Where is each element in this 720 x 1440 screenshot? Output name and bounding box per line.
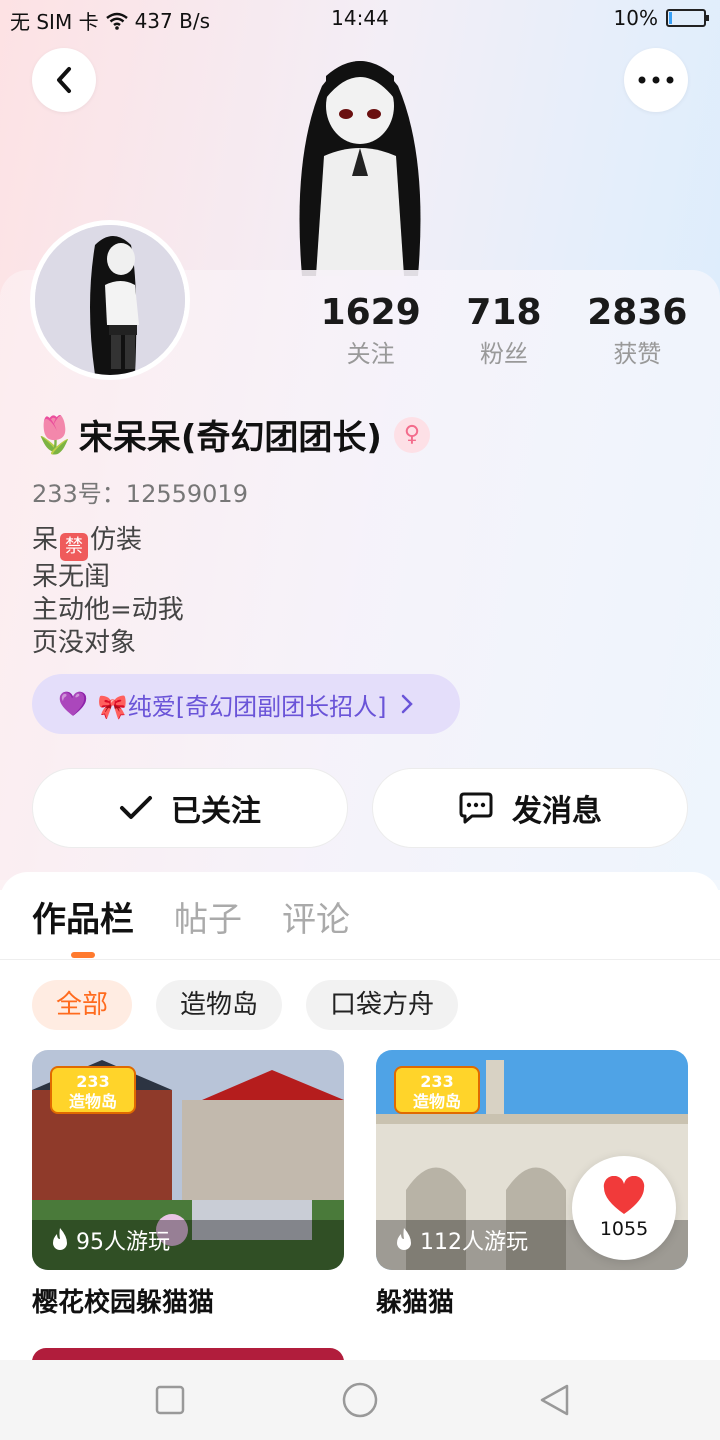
bio-line: 主动他=动我 xyxy=(32,595,184,625)
followed-button[interactable]: 已关注 xyxy=(32,768,348,848)
stat-label: 粉丝 xyxy=(479,340,528,368)
play-count-text: 112人游玩 xyxy=(420,1230,528,1255)
user-id: 233号：12559019 xyxy=(32,480,248,508)
purple-heart-icon: 💜 xyxy=(58,690,88,718)
bio-line: 呆无闺 xyxy=(32,562,111,592)
message-label: 发消息 xyxy=(512,794,602,829)
play-count: 112人游玩 xyxy=(394,1224,528,1256)
more-options-button[interactable] xyxy=(624,48,688,112)
tab-posts[interactable]: 帖子 xyxy=(174,892,242,941)
home-button[interactable] xyxy=(340,1380,380,1420)
like-button[interactable]: 1055 xyxy=(572,1156,676,1260)
divider xyxy=(0,959,720,960)
status-right: 10% xyxy=(613,6,709,30)
back-nav-button[interactable] xyxy=(534,1380,574,1420)
check-icon xyxy=(120,796,152,819)
bio-line: 呆禁仿装 xyxy=(32,524,184,561)
stat-fans[interactable]: 718 粉丝 xyxy=(437,290,570,372)
game-card[interactable]: 233 造物岛 95人游玩 樱花校园躲猫猫 xyxy=(32,1050,344,1319)
message-button[interactable]: 发消息 xyxy=(372,768,688,848)
bio: 呆禁仿装 呆无闺 主动他=动我 页没对象 xyxy=(32,524,184,660)
status-time: 14:44 xyxy=(331,6,389,30)
flame-icon xyxy=(397,1228,411,1250)
stat-following[interactable]: 1629 关注 xyxy=(304,290,437,372)
back-button[interactable] xyxy=(32,48,96,112)
bio-text: 呆 xyxy=(32,525,59,555)
chip-creation-island[interactable]: 造物岛 xyxy=(156,980,283,1030)
play-count-text: 95人游玩 xyxy=(76,1230,170,1255)
battery-icon xyxy=(666,9,709,27)
more-dots-icon xyxy=(638,76,674,84)
chevron-left-icon xyxy=(57,67,71,93)
followed-label: 已关注 xyxy=(171,794,261,829)
game-thumbnail: 233 造物岛 95人游玩 xyxy=(32,1050,344,1270)
stat-value: 718 xyxy=(466,292,542,333)
chip-pocket-ark[interactable]: 口袋方舟 xyxy=(306,980,459,1030)
square-icon xyxy=(155,1385,185,1415)
tab-works[interactable]: 作品栏 xyxy=(32,892,134,941)
group-link[interactable]: 💜 🎀纯爱[奇幻团副团长招人] xyxy=(32,674,460,734)
flame-icon xyxy=(53,1228,67,1250)
stat-value: 2836 xyxy=(587,292,688,333)
creation-island-logo: 233 造物岛 xyxy=(50,1066,136,1114)
stat-likes[interactable]: 2836 获赞 xyxy=(571,290,704,372)
triangle-back-icon xyxy=(540,1384,569,1416)
heart-icon xyxy=(603,1176,645,1214)
filter-chips: 全部 造物岛 口袋方舟 xyxy=(32,980,459,1030)
creation-island-logo: 233 造物岛 xyxy=(394,1066,480,1114)
battery-fill xyxy=(669,12,672,24)
tab-comments[interactable]: 评论 xyxy=(282,892,350,941)
chip-all[interactable]: 全部 xyxy=(32,980,133,1030)
forbid-badge: 禁 xyxy=(60,533,89,561)
avatar-image xyxy=(35,225,185,375)
group-label: 🎀纯爱[奇幻团副团长招人] xyxy=(97,692,387,721)
recent-apps-button[interactable] xyxy=(150,1380,190,1420)
play-count: 95人游玩 xyxy=(50,1224,170,1256)
stat-label: 关注 xyxy=(346,340,395,368)
circle-icon xyxy=(342,1382,378,1418)
bio-line: 页没对象 xyxy=(32,628,137,658)
stat-value: 1629 xyxy=(320,292,421,333)
like-count: 1055 xyxy=(599,1218,649,1240)
tab-bar: 作品栏 帖子 评论 xyxy=(32,892,350,941)
female-gender-icon: ♀ xyxy=(393,416,430,453)
name-row: 🌷 宋呆呆(奇幻团团长) ♀ xyxy=(32,410,430,459)
chat-bubble-icon xyxy=(459,792,493,824)
stat-label: 获赞 xyxy=(613,340,662,368)
avatar[interactable] xyxy=(30,220,190,380)
status-bar: 无 SIM 卡 437 B/s 14:44 10% xyxy=(0,0,720,36)
profile-name: 宋呆呆(奇幻团团长) xyxy=(78,418,382,458)
tulip-emoji: 🌷 xyxy=(32,414,77,456)
game-title: 躲猫猫 xyxy=(376,1288,455,1318)
chevron-right-icon xyxy=(401,694,413,714)
game-title: 樱花校园躲猫猫 xyxy=(32,1288,215,1318)
stats-row: 1629 关注 718 粉丝 2836 获赞 xyxy=(304,290,704,372)
bio-text: 仿装 xyxy=(90,525,143,555)
hero-avatar-image xyxy=(299,61,421,276)
system-nav-bar xyxy=(0,1360,720,1440)
battery-text: 10% xyxy=(613,6,658,30)
tab-indicator xyxy=(71,952,95,958)
